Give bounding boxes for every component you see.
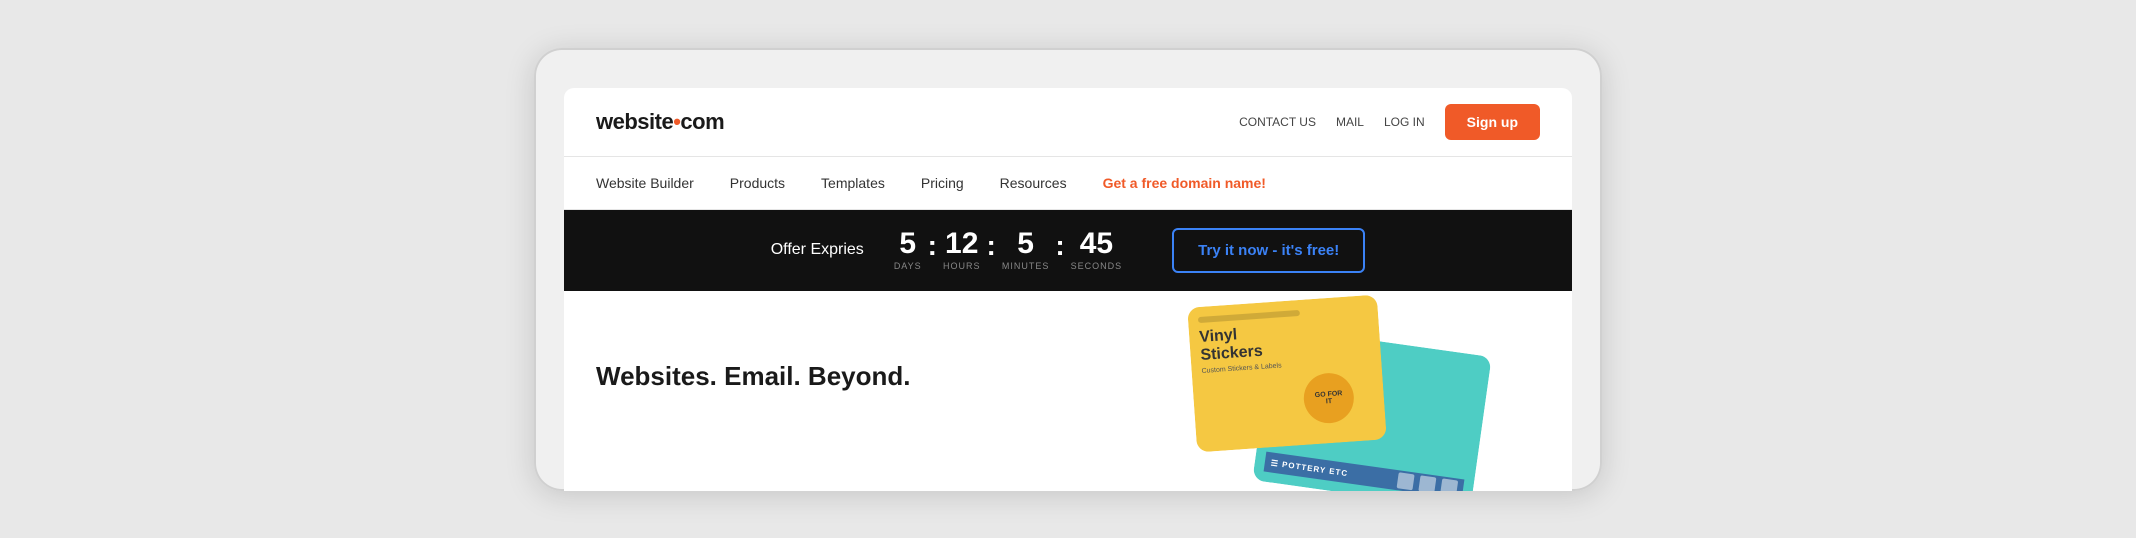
hero-text: Websites. Email. Beyond.	[596, 331, 911, 392]
pottery-bar: ☰ POTTERY ETC	[1264, 451, 1465, 490]
pottery-text: ☰ POTTERY ETC	[1270, 457, 1348, 477]
mail-link[interactable]: MAIL	[1336, 115, 1364, 129]
logo-text-after: com	[680, 109, 724, 134]
icon1	[1397, 472, 1415, 490]
contact-us-link[interactable]: CONTACT US	[1239, 115, 1316, 129]
tablet-front-screen: VinylStickers Custom Stickers & Labels	[1187, 294, 1387, 452]
hero-section: Websites. Email. Beyond. ☰ POTTERY ETC	[564, 291, 1572, 491]
offer-text: Offer Expries	[771, 241, 864, 259]
countdown-seconds: 45 SECONDS	[1071, 229, 1123, 271]
offer-banner: Offer Expries 5 DAYS : 12 HOURS : 5 MINU…	[564, 210, 1572, 291]
circle-text: GO FORIT	[1315, 390, 1344, 406]
countdown: 5 DAYS : 12 HOURS : 5 MINUTES : 45 SECON…	[894, 229, 1122, 271]
nav-templates[interactable]: Templates	[821, 157, 885, 209]
top-nav-right: CONTACT US MAIL LOG IN Sign up	[1239, 104, 1540, 140]
countdown-days: 5 DAYS	[894, 229, 922, 271]
hero-image-area: ☰ POTTERY ETC	[1192, 301, 1492, 491]
banner-cta-button[interactable]: Try it now - it's free!	[1172, 228, 1365, 273]
countdown-minutes: 5 MINUTES	[1002, 229, 1050, 271]
logo: website•com	[596, 109, 724, 135]
tablet-front-title: VinylStickers	[1199, 317, 1371, 364]
icon3	[1440, 478, 1458, 491]
logo-text-before: website	[596, 109, 673, 134]
seconds-label: SECONDS	[1071, 261, 1123, 271]
icon2	[1418, 475, 1436, 491]
tablet-front: VinylStickers Custom Stickers & Labels G…	[1187, 294, 1387, 452]
top-nav: website•com CONTACT US MAIL LOG IN Sign …	[564, 88, 1572, 157]
main-nav: Website Builder Products Templates Prici…	[564, 157, 1572, 210]
sep2: :	[987, 232, 996, 260]
minutes-value: 5	[1017, 229, 1034, 259]
signup-button[interactable]: Sign up	[1445, 104, 1540, 140]
hours-label: HOURS	[943, 261, 981, 271]
tablet-back-icons	[1397, 472, 1459, 491]
nav-products[interactable]: Products	[730, 157, 785, 209]
tablet-front-bar	[1198, 309, 1300, 322]
sep1: :	[928, 232, 937, 260]
sep3: :	[1055, 232, 1064, 260]
minutes-label: MINUTES	[1002, 261, 1050, 271]
device-wrapper: website•com CONTACT US MAIL LOG IN Sign …	[534, 48, 1602, 491]
login-link[interactable]: LOG IN	[1384, 115, 1425, 129]
countdown-hours: 12 HOURS	[943, 229, 981, 271]
nav-resources[interactable]: Resources	[1000, 157, 1067, 209]
days-value: 5	[899, 229, 916, 259]
nav-promo[interactable]: Get a free domain name!	[1103, 157, 1266, 209]
hours-value: 12	[945, 229, 978, 259]
days-label: DAYS	[894, 261, 922, 271]
hero-headline: Websites. Email. Beyond.	[596, 361, 911, 392]
nav-pricing[interactable]: Pricing	[921, 157, 964, 209]
browser-chrome: website•com CONTACT US MAIL LOG IN Sign …	[564, 88, 1572, 491]
seconds-value: 45	[1080, 229, 1113, 259]
nav-website-builder[interactable]: Website Builder	[596, 157, 694, 209]
